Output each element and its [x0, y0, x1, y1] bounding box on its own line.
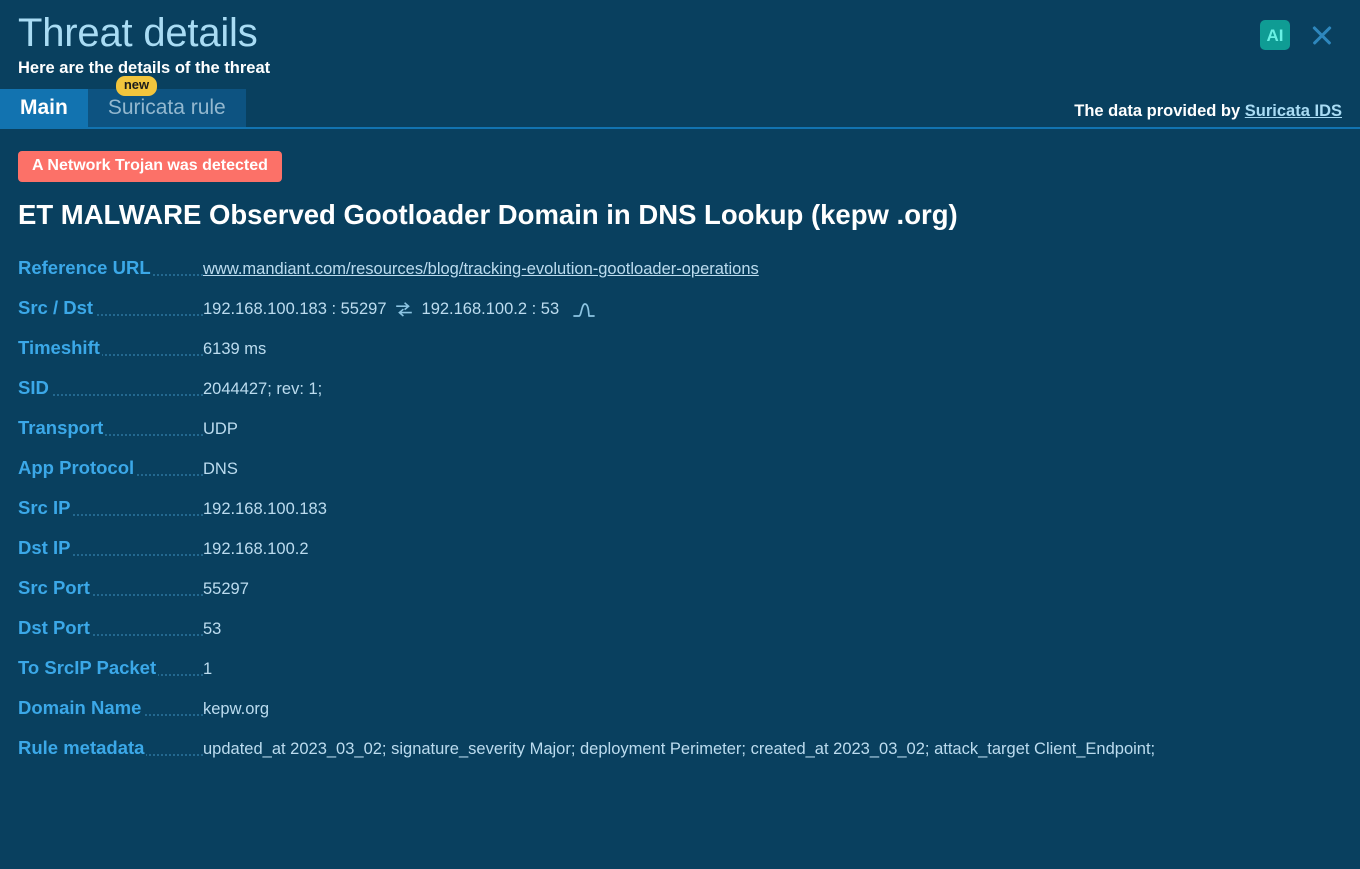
detail-row-app-protocol: App Protocol DNS — [18, 457, 1342, 497]
detail-row-dst-port: Dst Port 53 — [18, 617, 1342, 657]
detail-row-src-ip: Src IP 192.168.100.183 — [18, 497, 1342, 537]
detail-value: 6139 ms — [203, 340, 267, 359]
detail-value: 192.168.100.2 — [203, 540, 309, 559]
data-provider-prefix: The data provided by — [1074, 102, 1245, 121]
detail-value: 1 — [203, 660, 213, 679]
status-badge: A Network Trojan was detected — [18, 151, 282, 183]
detail-row-rule-metadata: Rule metadata updated_at 2023_03_02; sig… — [18, 737, 1342, 777]
detail-label: Domain Name — [18, 697, 203, 719]
data-provider: The data provided by Suricata IDS — [1074, 102, 1360, 127]
detail-row-domain-name: Domain Name kepw.org — [18, 697, 1342, 737]
detail-label: Rule metadata — [18, 737, 203, 759]
threat-details-panel: Threat details AI Here are the details o… — [0, 0, 1360, 869]
panel-subtitle: Here are the details of the threat — [18, 59, 271, 78]
detail-label-text: Domain Name — [18, 697, 144, 719]
detail-label-text: Timeshift — [18, 337, 102, 359]
detail-label-text: Dst Port — [18, 617, 92, 639]
detail-label: Src / Dst — [18, 297, 203, 319]
detail-label-text: Rule metadata — [18, 737, 147, 759]
detail-value: 55297 — [203, 580, 249, 599]
detail-row-sid: SID 2044427; rev: 1; — [18, 377, 1342, 417]
threat-signature-title: ET MALWARE Observed Gootloader Domain in… — [18, 199, 958, 231]
detail-label-text: Reference URL — [18, 257, 153, 279]
detail-label: Reference URL — [18, 257, 203, 279]
dst-endpoint: 192.168.100.2 : 53 — [421, 300, 560, 319]
title-row: Threat details AI — [18, 10, 1342, 57]
detail-label: Src Port — [18, 577, 203, 599]
tab-list: Main new Suricata rule — [0, 76, 246, 128]
detail-label: Dst IP — [18, 537, 203, 559]
detail-label: To SrcIP Packet — [18, 657, 203, 679]
reference-url-link[interactable]: www.mandiant.com/resources/blog/tracking… — [203, 260, 759, 279]
tab-suricata-rule-label: Suricata rule — [107, 96, 226, 120]
detail-value: kepw.org — [203, 700, 270, 719]
header-actions: AI — [1260, 10, 1342, 50]
detail-label-text: Dst IP — [18, 537, 73, 559]
detail-label-text: App Protocol — [18, 457, 137, 479]
tab-main[interactable]: Main — [0, 89, 88, 128]
detail-row-src-dst: Src / Dst 192.168.100.183 : 55297 192.16… — [18, 297, 1342, 337]
detail-value: DNS — [203, 460, 238, 479]
detail-label-text: Src IP — [18, 497, 73, 519]
panel-header: Threat details AI Here are the details o… — [0, 0, 1360, 78]
detail-label-text: To SrcIP Packet — [18, 657, 159, 679]
detail-label: Timeshift — [18, 337, 203, 359]
tab-suricata-rule[interactable]: new Suricata rule — [87, 76, 246, 128]
suricata-ids-link[interactable]: Suricata IDS — [1245, 102, 1342, 120]
detail-row-timeshift: Timeshift 6139 ms — [18, 337, 1342, 377]
detail-value: 53 — [203, 620, 222, 639]
detail-row-to-srcip-packet: To SrcIP Packet 1 — [18, 657, 1342, 697]
detail-label: Dst Port — [18, 617, 203, 639]
detail-value: UDP — [203, 420, 238, 439]
detail-label-text: Src Port — [18, 577, 92, 599]
detail-row-dst-ip: Dst IP 192.168.100.2 — [18, 537, 1342, 577]
swap-arrows-icon[interactable] — [395, 301, 413, 318]
details-list: Reference URL www.mandiant.com/resources… — [18, 257, 1342, 777]
detail-label-text: SID — [18, 377, 51, 399]
tab-main-label: Main — [20, 96, 68, 120]
close-icon[interactable] — [1308, 21, 1336, 49]
detail-value: 2044427; rev: 1; — [203, 380, 323, 399]
page-title: Threat details — [18, 11, 258, 55]
detail-label: SID — [18, 377, 203, 399]
detail-value: updated_at 2023_03_02; signature_severit… — [203, 740, 1156, 759]
detail-value: 192.168.100.183 : 55297 192.168.100.2 : … — [203, 300, 1342, 319]
detail-label-text: Src / Dst — [18, 297, 96, 319]
detail-row-transport: Transport UDP — [18, 417, 1342, 457]
ai-icon[interactable]: AI — [1260, 20, 1290, 50]
tab-bar: Main new Suricata rule The data provided… — [0, 76, 1360, 130]
panel-content: A Network Trojan was detected ET MALWARE… — [0, 129, 1360, 777]
detail-label: App Protocol — [18, 457, 203, 479]
signal-curve-icon[interactable] — [573, 301, 595, 319]
detail-label: Src IP — [18, 497, 203, 519]
new-badge: new — [115, 76, 158, 97]
detail-value: 192.168.100.183 — [203, 500, 327, 519]
detail-row-reference-url: Reference URL www.mandiant.com/resources… — [18, 257, 1342, 297]
detail-label-text: Transport — [18, 417, 106, 439]
detail-row-src-port: Src Port 55297 — [18, 577, 1342, 617]
detail-label: Transport — [18, 417, 203, 439]
src-endpoint: 192.168.100.183 : 55297 — [203, 300, 387, 319]
detail-value: www.mandiant.com/resources/blog/tracking… — [203, 260, 1342, 279]
